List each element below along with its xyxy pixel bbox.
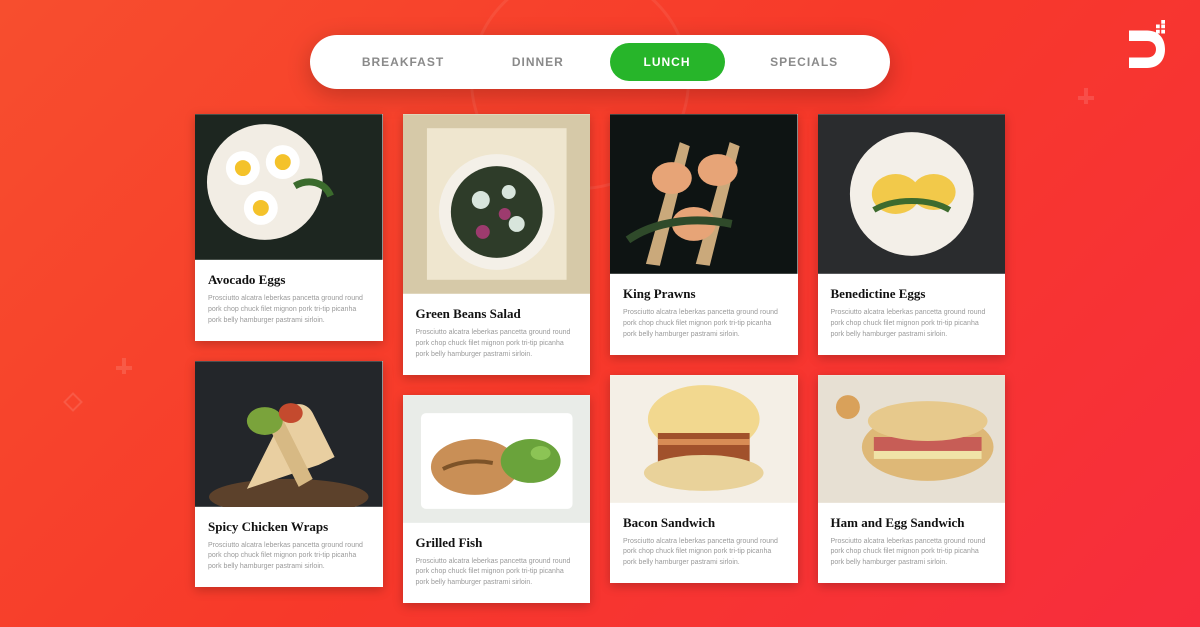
menu-card-image xyxy=(818,375,1006,503)
menu-card-body: Benedictine Eggs Prosciutto alcatra leber… xyxy=(818,274,1006,355)
menu-card-title: Green Beans Salad xyxy=(416,306,578,322)
menu-card-body: Avocado Eggs Prosciutto alcatra leberkas … xyxy=(195,260,383,341)
menu-card[interactable]: Grilled Fish Prosciutto alcatra leberkas … xyxy=(403,395,591,604)
brand-logo xyxy=(1120,20,1168,73)
menu-card-image xyxy=(403,395,591,523)
menu-card-image xyxy=(403,114,591,294)
menu-card-title: Spicy Chicken Wraps xyxy=(208,519,370,535)
menu-card-description: Prosciutto alcatra leberkas pancetta gro… xyxy=(831,537,993,570)
menu-card-body: Bacon Sandwich Prosciutto alcatra leberka… xyxy=(610,503,798,584)
bg-shape-square xyxy=(63,392,83,412)
tab-breakfast[interactable]: BREAKFAST xyxy=(340,43,466,81)
menu-card-body: Green Beans Salad Prosciutto alcatra lebe… xyxy=(403,294,591,375)
menu-card-title: Grilled Fish xyxy=(416,535,578,551)
menu-card-title: Ham and Egg Sandwich xyxy=(831,515,993,531)
bg-shape-cross xyxy=(1080,90,1092,102)
menu-card-title: King Prawns xyxy=(623,286,785,302)
menu-card-description: Prosciutto alcatra leberkas pancetta gro… xyxy=(623,537,785,570)
menu-card-body: King Prawns Prosciutto alcatra leberkas p… xyxy=(610,274,798,355)
menu-card-body: Grilled Fish Prosciutto alcatra leberkas … xyxy=(403,523,591,604)
menu-card-description: Prosciutto alcatra leberkas pancetta gro… xyxy=(623,308,785,341)
menu-card-title: Benedictine Eggs xyxy=(831,286,993,302)
menu-card-title: Bacon Sandwich xyxy=(623,515,785,531)
tab-dinner[interactable]: DINNER xyxy=(490,43,586,81)
menu-card-image xyxy=(818,114,1006,274)
menu-card-description: Prosciutto alcatra leberkas pancetta gro… xyxy=(416,557,578,590)
bg-shape-cross xyxy=(118,360,130,372)
menu-card-description: Prosciutto alcatra leberkas pancetta gro… xyxy=(208,541,370,574)
menu-card-image xyxy=(195,361,383,507)
menu-card[interactable]: King Prawns Prosciutto alcatra leberkas p… xyxy=(610,114,798,355)
menu-card[interactable]: Ham and Egg Sandwich Prosciutto alcatra l… xyxy=(818,375,1006,584)
menu-card[interactable]: Avocado Eggs Prosciutto alcatra leberkas … xyxy=(195,114,383,341)
tab-lunch[interactable]: LUNCH xyxy=(610,43,725,81)
menu-card-image xyxy=(610,375,798,503)
menu-card[interactable]: Benedictine Eggs Prosciutto alcatra leber… xyxy=(818,114,1006,355)
menu-card-body: Spicy Chicken Wraps Prosciutto alcatra le… xyxy=(195,507,383,588)
menu-grid: Avocado Eggs Prosciutto alcatra leberkas … xyxy=(195,114,1005,623)
menu-card[interactable]: Bacon Sandwich Prosciutto alcatra leberka… xyxy=(610,375,798,584)
menu-card-description: Prosciutto alcatra leberkas pancetta gro… xyxy=(831,308,993,341)
menu-card-description: Prosciutto alcatra leberkas pancetta gro… xyxy=(208,294,370,327)
menu-card-description: Prosciutto alcatra leberkas pancetta gro… xyxy=(416,328,578,361)
logo-icon xyxy=(1120,20,1168,68)
menu-card-image xyxy=(195,114,383,260)
category-tab-bar: BREAKFAST DINNER LUNCH SPECIALS xyxy=(310,35,890,89)
tab-specials[interactable]: SPECIALS xyxy=(748,43,860,81)
menu-card-body: Ham and Egg Sandwich Prosciutto alcatra l… xyxy=(818,503,1006,584)
menu-card[interactable]: Green Beans Salad Prosciutto alcatra lebe… xyxy=(403,114,591,375)
menu-card-image xyxy=(610,114,798,274)
menu-card[interactable]: Spicy Chicken Wraps Prosciutto alcatra le… xyxy=(195,361,383,588)
menu-card-title: Avocado Eggs xyxy=(208,272,370,288)
